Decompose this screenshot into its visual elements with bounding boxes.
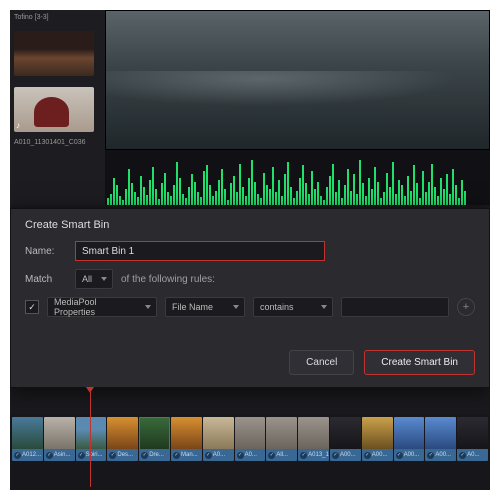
clip-thumbnail [362, 417, 393, 449]
timeline-clip[interactable]: ✓Asin... [44, 417, 75, 461]
clip-status-icon: ✓ [109, 452, 116, 459]
dialog-footer: Cancel Create Smart Bin [289, 350, 475, 375]
clip-label: ✓Asin... [44, 449, 75, 461]
clip-status-icon: ✓ [14, 452, 21, 459]
clip-label: ✓Des... [107, 449, 138, 461]
clip-status-icon: ✓ [141, 452, 148, 459]
clip-label: ✓A0... [457, 449, 488, 461]
media-thumb[interactable] [14, 31, 94, 76]
clip-thumbnail [330, 417, 361, 449]
clip-status-icon: ✓ [268, 452, 275, 459]
clip-label: ✓A00... [425, 449, 456, 461]
top-area: Tofino [3-3] ♪ A010_11301401_C036 [10, 10, 490, 205]
clip-label: ✓A012... [12, 449, 43, 461]
clip-thumbnail [44, 417, 75, 449]
match-row: Match All of the following rules: [25, 269, 475, 289]
timeline-clip[interactable]: ✓A0... [203, 417, 234, 461]
match-prefix: Match [25, 274, 67, 285]
clip-thumbnail [235, 417, 266, 449]
timeline-clip[interactable]: ✓A00... [362, 417, 393, 461]
clip-label: ✓A0... [235, 449, 266, 461]
clip-thumbnail [139, 417, 170, 449]
viewer-frame[interactable] [105, 10, 490, 150]
clip-thumbnail [394, 417, 425, 449]
create-button[interactable]: Create Smart Bin [364, 350, 475, 375]
add-rule-button[interactable]: + [457, 298, 475, 316]
clip-label: ✓A0... [203, 449, 234, 461]
timeline-clip[interactable]: ✓A012... [12, 417, 43, 461]
app-window: Tofino [3-3] ♪ A010_11301401_C036 Create… [10, 10, 490, 490]
clip-status-icon: ✓ [300, 452, 307, 459]
media-thumb[interactable]: ♪ [14, 87, 94, 132]
rule-field1-select[interactable]: MediaPool Properties [47, 297, 157, 317]
filmstrip[interactable]: ✓A012...✓Asin...✓Spiri...✓Des...✓Dre...✓… [10, 415, 490, 463]
timeline-clip[interactable]: ✓A00... [425, 417, 456, 461]
timeline-clip[interactable]: ✓A0... [457, 417, 488, 461]
dialog-title: Create Smart Bin [25, 219, 475, 231]
cancel-button[interactable]: Cancel [289, 350, 354, 375]
rule-value-input[interactable] [341, 297, 449, 317]
create-smart-bin-dialog: Create Smart Bin Name: Match All of the … [10, 208, 490, 388]
rule-condition-select[interactable]: contains [253, 297, 333, 317]
clip-label: ✓All... [266, 449, 297, 461]
viewer-panel [105, 10, 490, 205]
clip-thumbnail [171, 417, 202, 449]
clip-status-icon: ✓ [396, 452, 403, 459]
clip-label: ✓A00... [394, 449, 425, 461]
clip-status-icon: ✓ [364, 452, 371, 459]
audio-waveform[interactable] [105, 150, 490, 205]
clip-label: ✓A013_120... [298, 449, 329, 461]
clip-thumbnail [425, 417, 456, 449]
timeline-clip[interactable]: ✓Man... [171, 417, 202, 461]
rule-checkbox[interactable]: ✓ [25, 300, 39, 314]
clip-label: ✓Man... [171, 449, 202, 461]
clip-status-icon: ✓ [332, 452, 339, 459]
clip-status-icon: ✓ [459, 452, 466, 459]
match-mode-select[interactable]: All [75, 269, 113, 289]
timeline-clip[interactable]: ✓A00... [330, 417, 361, 461]
media-thumbs-panel: Tofino [3-3] ♪ A010_11301401_C036 [10, 10, 105, 205]
clip-status-icon: ✓ [78, 452, 85, 459]
timeline-clip[interactable]: ✓A013_120... [298, 417, 329, 461]
clip-status-icon: ✓ [237, 452, 244, 459]
thumb-caption: A010_11301401_C036 [14, 139, 101, 146]
clip-thumbnail [457, 417, 488, 449]
timeline-clip[interactable]: ✓A0... [235, 417, 266, 461]
clip-label: ✓A00... [362, 449, 393, 461]
match-suffix: of the following rules: [121, 274, 215, 285]
clip-status-icon: ✓ [427, 452, 434, 459]
timeline-clip[interactable]: ✓Des... [107, 417, 138, 461]
name-input[interactable] [75, 241, 325, 261]
clip-status-icon: ✓ [205, 452, 212, 459]
name-row: Name: [25, 241, 475, 261]
clip-thumbnail [12, 417, 43, 449]
clip-status-icon: ✓ [46, 452, 53, 459]
clip-thumbnail [266, 417, 297, 449]
clip-label: ✓Dre... [139, 449, 170, 461]
name-label: Name: [25, 246, 67, 257]
timeline-clip[interactable]: ✓Dre... [139, 417, 170, 461]
clip-status-icon: ✓ [173, 452, 180, 459]
timeline-playhead[interactable] [90, 392, 91, 487]
timeline-clip[interactable]: ✓A00... [394, 417, 425, 461]
timeline-clip[interactable]: ✓All... [266, 417, 297, 461]
timeline-area: ✓A012...✓Asin...✓Spiri...✓Des...✓Dre...✓… [10, 415, 490, 490]
clip-thumbnail [203, 417, 234, 449]
rule-row: ✓ MediaPool Properties File Name contain… [25, 297, 475, 317]
thumb-caption: Tofino [3-3] [14, 14, 101, 21]
clip-thumbnail [107, 417, 138, 449]
clip-label: ✓A00... [330, 449, 361, 461]
audio-icon: ♪ [16, 121, 20, 130]
clip-thumbnail [298, 417, 329, 449]
rule-field2-select[interactable]: File Name [165, 297, 245, 317]
